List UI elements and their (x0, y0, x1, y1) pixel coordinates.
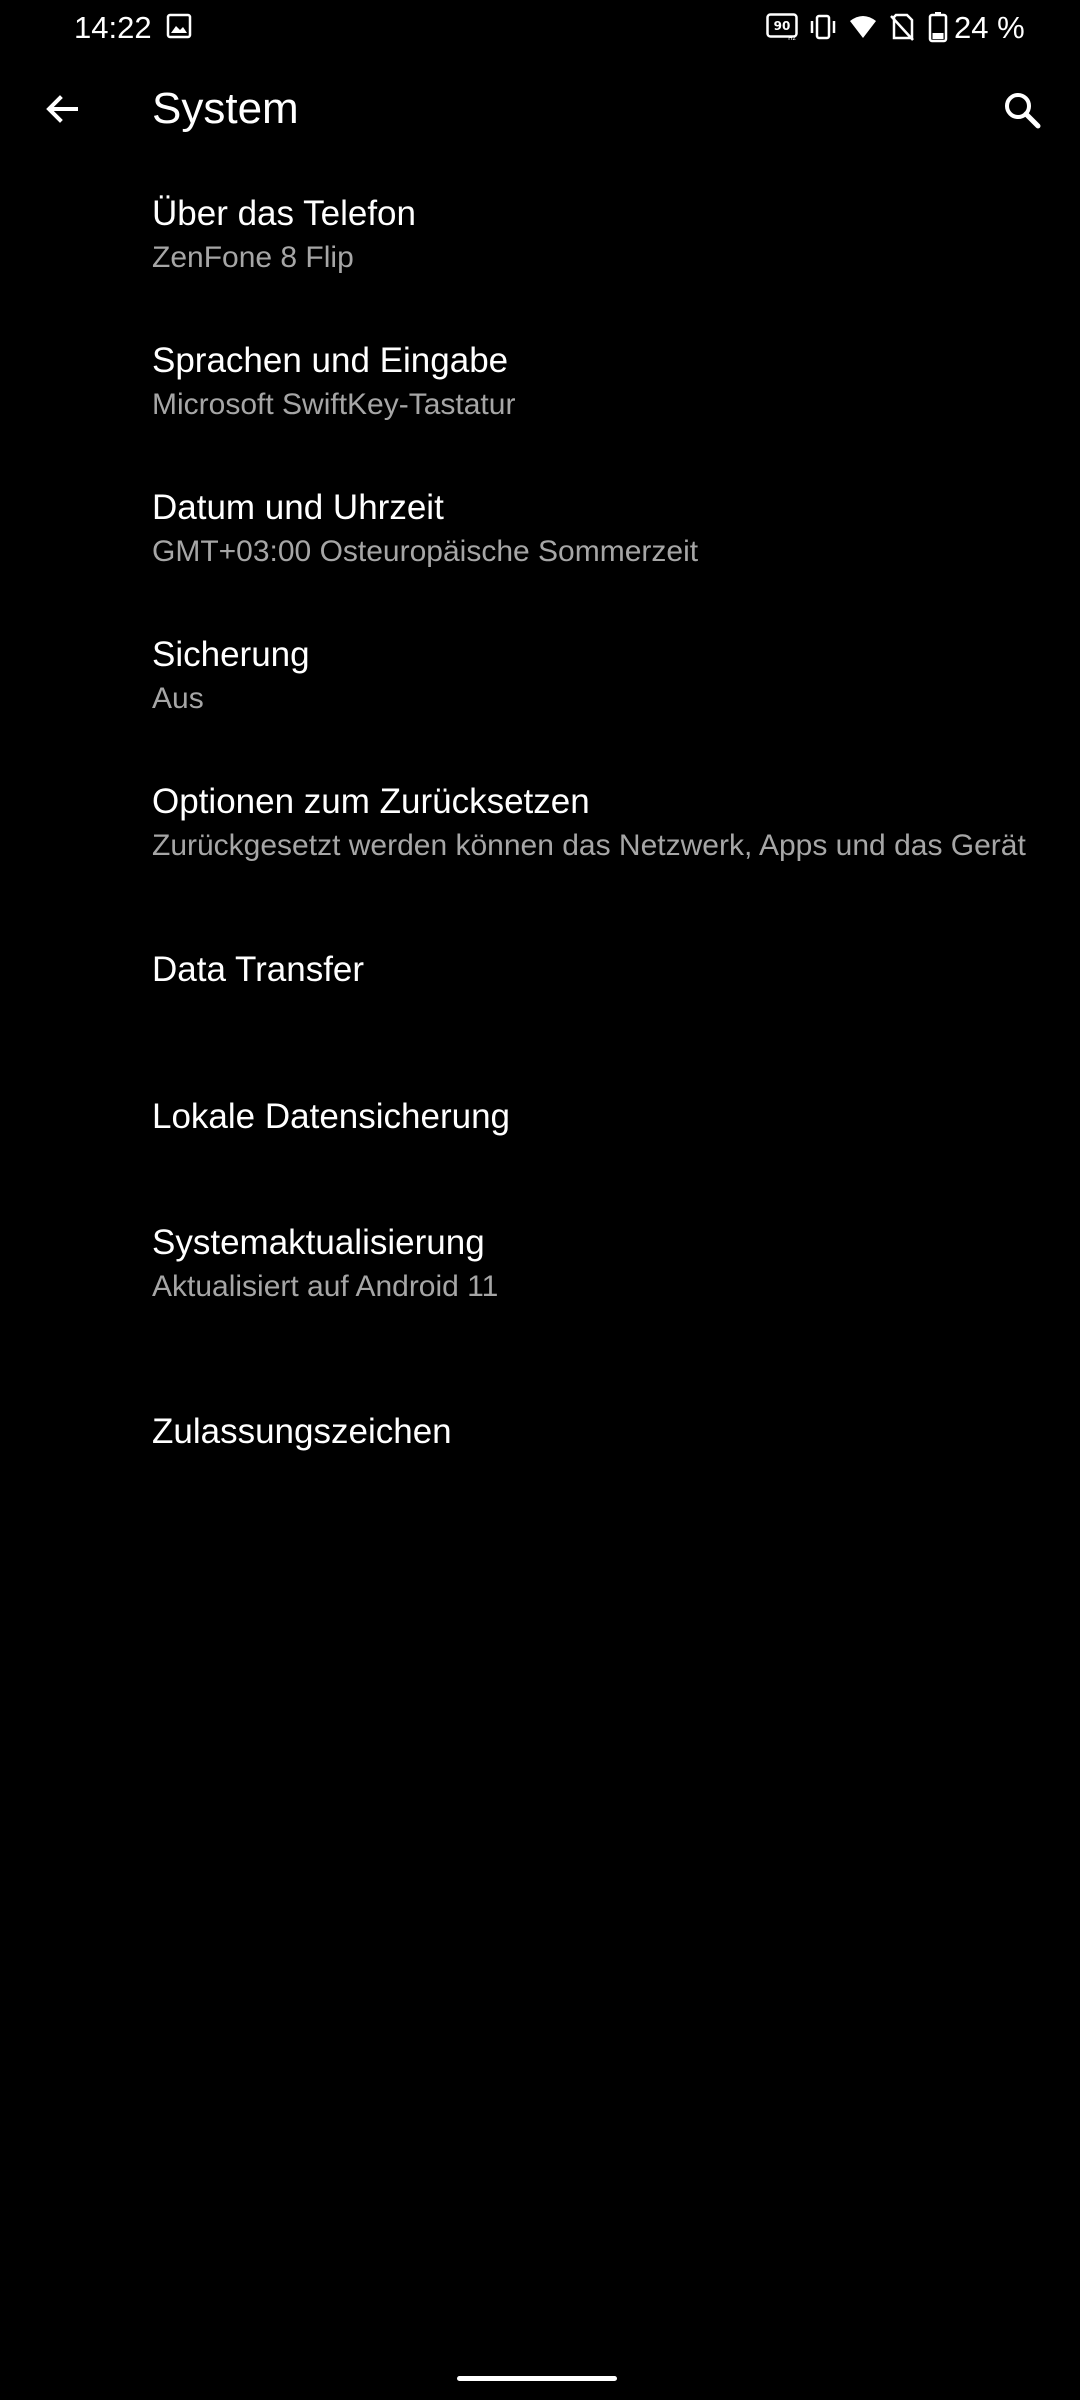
battery-percentage: 24 % (954, 10, 1025, 45)
vibrate-icon (808, 12, 838, 47)
page-title: System (152, 84, 299, 133)
setting-reset-options[interactable]: Optionen zum Zurücksetzen Zurückgesetzt … (0, 749, 1080, 896)
setting-summary: Zurückgesetzt werden können das Netzwerk… (152, 828, 1026, 862)
no-sim-icon (888, 12, 916, 47)
back-button[interactable] (26, 80, 98, 138)
setting-title: Sicherung (152, 634, 310, 674)
app-bar: System (0, 54, 1080, 162)
settings-list: Über das Telefon ZenFone 8 Flip Sprachen… (0, 162, 1080, 1527)
setting-summary: GMT+03:00 Osteuropäische Sommerzeit (152, 534, 699, 568)
setting-title: Data Transfer (152, 949, 365, 989)
svg-text:90: 90 (774, 19, 791, 33)
setting-title: Zulassungszeichen (152, 1412, 452, 1451)
setting-summary: Microsoft SwiftKey-Tastatur (152, 387, 516, 421)
setting-title: Sprachen und Eingabe (152, 340, 509, 380)
svg-text:Hz: Hz (788, 35, 796, 41)
setting-title: Systemaktualisierung (152, 1222, 485, 1262)
setting-local-backup[interactable]: Lokale Datensicherung (0, 1043, 1080, 1190)
search-icon (1005, 93, 1041, 129)
setting-system-update[interactable]: Systemaktualisierung Aktualisiert auf An… (0, 1190, 1080, 1337)
refresh-rate-90hz-icon: 90 Hz (766, 13, 798, 46)
setting-title: Über das Telefon (152, 194, 416, 233)
status-icons: 90 Hz 24 % (0, 0, 1080, 54)
search-button[interactable] (990, 78, 1054, 142)
gesture-navigation-handle[interactable] (457, 2376, 617, 2381)
setting-title: Lokale Datensicherung (152, 1096, 511, 1136)
setting-backup[interactable]: Sicherung Aus (0, 602, 1080, 749)
battery-icon (928, 11, 948, 48)
setting-data-transfer[interactable]: Data Transfer (0, 896, 1080, 1043)
setting-about-phone[interactable]: Über das Telefon ZenFone 8 Flip (0, 162, 1080, 308)
setting-summary: Aktualisiert auf Android 11 (152, 1269, 499, 1303)
setting-date-time[interactable]: Datum und Uhrzeit GMT+03:00 Osteuropäisc… (0, 455, 1080, 602)
setting-summary: Aus (152, 681, 204, 715)
setting-languages-input[interactable]: Sprachen und Eingabe Microsoft SwiftKey-… (0, 308, 1080, 455)
setting-regulatory-labels[interactable]: Zulassungszeichen (0, 1337, 1080, 1527)
arrow-left-icon (46, 95, 78, 123)
setting-title: Datum und Uhrzeit (152, 487, 444, 527)
status-bar: 14:22 90 Hz 24 % (0, 0, 1080, 54)
setting-title: Optionen zum Zurücksetzen (152, 781, 590, 821)
setting-summary: ZenFone 8 Flip (152, 241, 354, 274)
wifi-icon (848, 12, 878, 47)
